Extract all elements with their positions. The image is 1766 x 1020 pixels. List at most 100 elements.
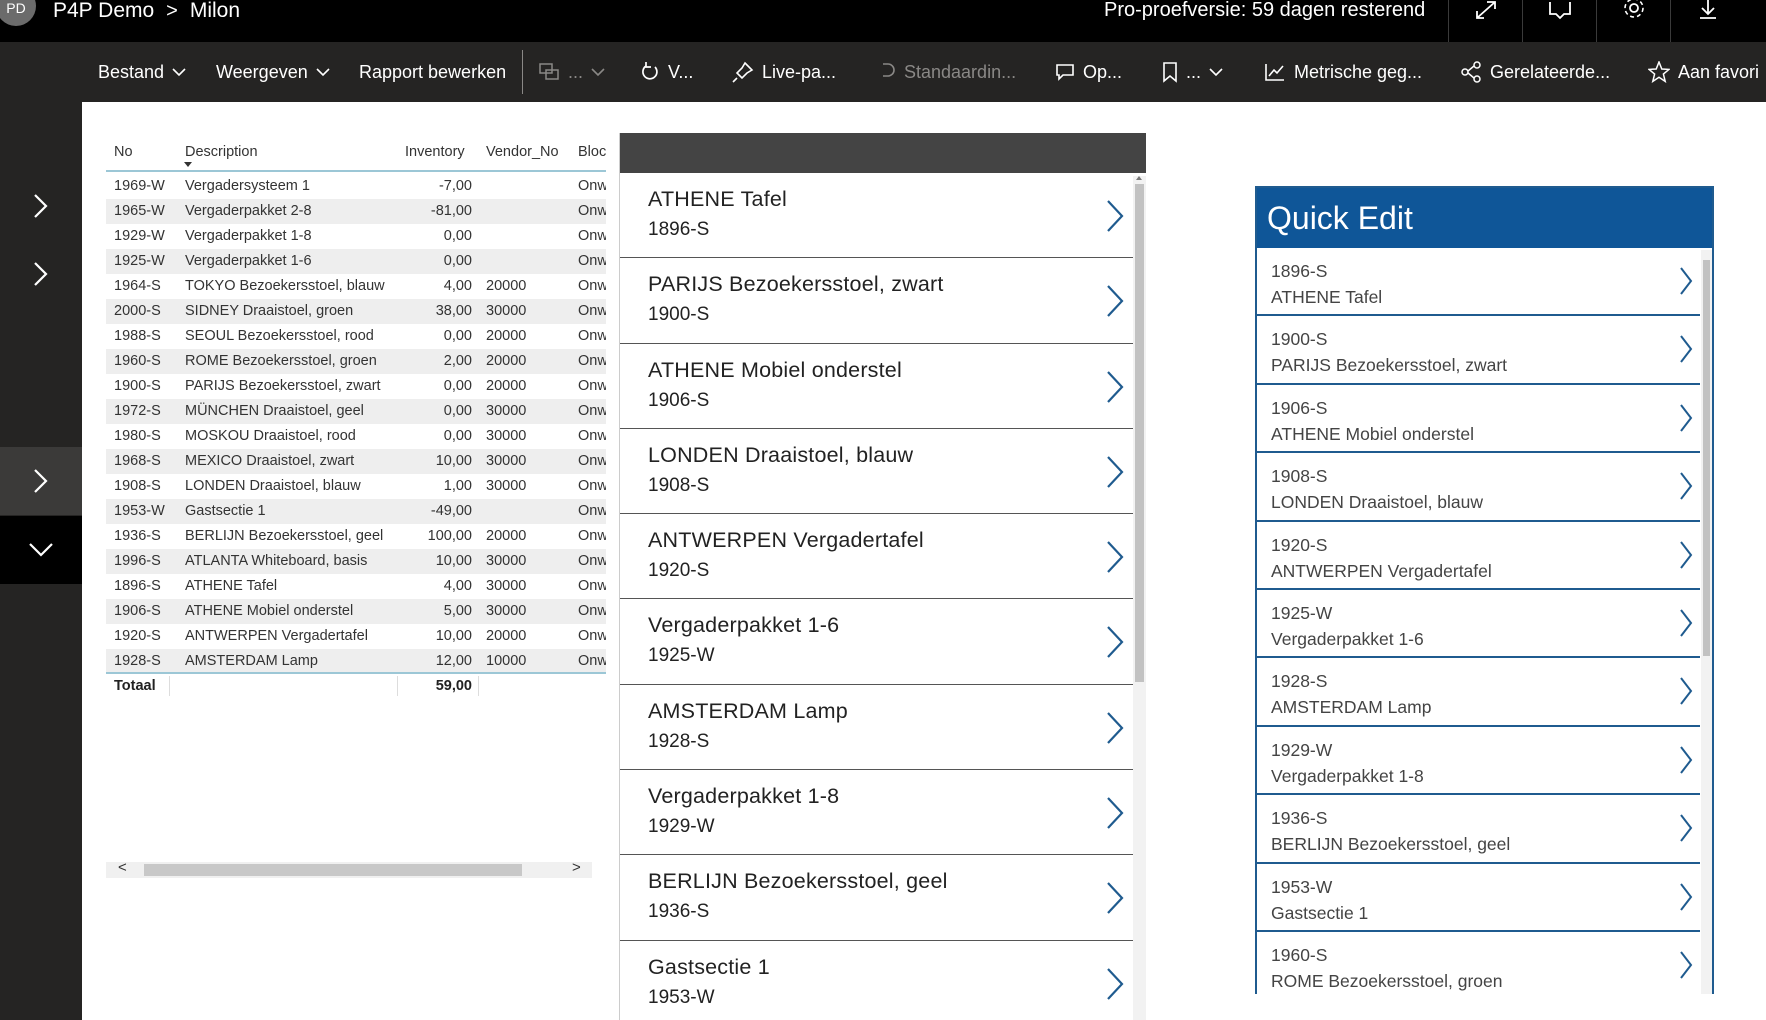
gallery-item[interactable]: PARIJS Bezoekersstoel, zwart 1900-S bbox=[620, 258, 1133, 344]
table-row[interactable]: 1960-S ROME Bezoekersstoel, groen 2,00 2000… bbox=[106, 349, 606, 374]
reset-default-button[interactable]: Standaardin... bbox=[880, 42, 1016, 102]
gallery-item[interactable]: Vergaderpakket 1-6 1925-W bbox=[620, 599, 1133, 685]
table-row[interactable]: 1964-S TOKYO Bezoekersstoel, blauw 4,00 200… bbox=[106, 274, 606, 299]
table-row[interactable]: 1908-S LONDEN Draaistoel, blauw 1,00 30000 O… bbox=[106, 474, 606, 499]
table-row[interactable]: 1929-W Vergaderpakket 1-8 0,00 Onw bbox=[106, 224, 606, 249]
nav-expand-1[interactable] bbox=[0, 172, 82, 240]
table-horizontal-scrollbar[interactable]: < > bbox=[106, 859, 592, 878]
quick-edit-item[interactable]: 1925-W Vergaderpakket 1-6 bbox=[1257, 590, 1700, 659]
file-menu[interactable]: Bestand bbox=[98, 42, 186, 102]
table-row[interactable]: 1928-S AMSTERDAM Lamp 12,00 10000 Onw bbox=[106, 649, 606, 674]
table-row[interactable]: 1925-W Vergaderpakket 1-6 0,00 Onw bbox=[106, 249, 606, 274]
breadcrumb-report[interactable]: Milon bbox=[190, 0, 240, 23]
quick-edit-item[interactable]: 1936-S BERLIJN Bezoekersstoel, geel bbox=[1257, 795, 1700, 864]
pin-live-page-button[interactable]: Live-pa... bbox=[732, 42, 836, 102]
table-row[interactable]: 1972-S MÜNCHEN Draaistoel, geel 0,00 30000 O… bbox=[106, 399, 606, 424]
table-row[interactable]: 1996-S ATLANTA Whiteboard, basis 10,00 3000… bbox=[106, 549, 606, 574]
gallery-item-chevron[interactable] bbox=[1105, 455, 1125, 494]
gallery-item[interactable]: ANTWERPEN Vergadertafel 1920-S bbox=[620, 514, 1133, 600]
gallery-item[interactable]: LONDEN Draaistoel, blauw 1908-S bbox=[620, 429, 1133, 515]
nav-collapse[interactable] bbox=[0, 516, 82, 584]
table-row[interactable]: 1900-S PARIJS Bezoekersstoel, zwart 0,00 20… bbox=[106, 374, 606, 399]
trial-status[interactable]: Pro-proefversie: 59 dagen resterend bbox=[1104, 0, 1425, 20]
gallery-item[interactable]: BERLIJN Bezoekersstoel, geel 1936-S bbox=[620, 855, 1133, 941]
avatar[interactable]: PD bbox=[0, 0, 36, 26]
table-row[interactable]: 2000-S SIDNEY Draaistoel, groen 38,00 30000… bbox=[106, 299, 606, 324]
quick-edit-item-chevron[interactable] bbox=[1678, 676, 1694, 711]
table-row[interactable]: 1906-S ATHENE Mobiel onderstel 5,00 30000 On… bbox=[106, 599, 606, 624]
table-row[interactable]: 1980-S MOSKOU Draaistoel, rood 0,00 30000 On… bbox=[106, 424, 606, 449]
nav-expand-2[interactable] bbox=[0, 240, 82, 308]
quick-edit-item-chevron[interactable] bbox=[1678, 950, 1694, 985]
refresh-button[interactable]: V... bbox=[640, 42, 693, 102]
quick-edit-item-chevron[interactable] bbox=[1678, 403, 1694, 438]
quick-edit-item[interactable]: 1920-S ANTWERPEN Vergadertafel bbox=[1257, 522, 1700, 590]
gallery-item-chevron[interactable] bbox=[1105, 881, 1125, 920]
table-row[interactable]: 1936-S BERLIJN Bezoekersstoel, geel 100,00… bbox=[106, 524, 606, 549]
header-blocked[interactable]: Bloc bbox=[578, 144, 606, 160]
gallery-item[interactable]: Vergaderpakket 1-8 1929-W bbox=[620, 770, 1133, 856]
disabled-menu-1[interactable]: ... bbox=[538, 42, 605, 102]
quick-edit-item[interactable]: 1906-S ATHENE Mobiel onderstel bbox=[1257, 385, 1700, 454]
view-menu[interactable]: Weergeven bbox=[216, 42, 330, 102]
bookmark-menu[interactable]: ... bbox=[1162, 42, 1223, 102]
header-no[interactable]: No bbox=[114, 144, 133, 160]
table-row[interactable]: 1953-W Gastsectie 1 -49,00 Onw bbox=[106, 499, 606, 524]
quick-edit-item[interactable]: 1908-S LONDEN Draaistoel, blauw bbox=[1257, 453, 1700, 522]
quick-edit-item[interactable]: 1900-S PARIJS Bezoekersstoel, zwart bbox=[1257, 316, 1700, 385]
gallery-scrollbar[interactable] bbox=[1133, 176, 1146, 1020]
quick-edit-item-chevron[interactable] bbox=[1678, 608, 1694, 643]
gallery-item-chevron[interactable] bbox=[1105, 199, 1125, 238]
settings-gear-icon[interactable] bbox=[1596, 0, 1670, 42]
quick-edit-item[interactable]: 1953-W Gastsectie 1 bbox=[1257, 864, 1700, 932]
comments-button[interactable]: Op... bbox=[1055, 42, 1122, 102]
table-row[interactable]: 1965-W Vergaderpakket 2-8 -81,00 Onw bbox=[106, 199, 606, 224]
metrics-button[interactable]: Metrische geg... bbox=[1264, 42, 1422, 102]
table-row[interactable]: 1988-S SEOUL Bezoekersstoel, rood 0,00 2000… bbox=[106, 324, 606, 349]
quick-edit-item-chevron[interactable] bbox=[1678, 471, 1694, 506]
quick-edit-item-chevron[interactable] bbox=[1678, 266, 1694, 301]
comment-icon[interactable] bbox=[1522, 0, 1596, 42]
header-vendor-no[interactable]: Vendor_No bbox=[486, 144, 559, 160]
scroll-right-arrow[interactable]: > bbox=[572, 859, 581, 876]
gallery-item[interactable]: ATHENE Tafel 1896-S bbox=[620, 173, 1133, 259]
items-table[interactable]: No Description Inventory Vendor_No Bloc … bbox=[106, 140, 606, 699]
gallery-item-chevron[interactable] bbox=[1105, 284, 1125, 323]
quick-edit-item-chevron[interactable] bbox=[1678, 540, 1694, 575]
gallery-item-chevron[interactable] bbox=[1105, 967, 1125, 1006]
scrollbar-thumb[interactable] bbox=[144, 864, 522, 876]
quick-edit-item-chevron[interactable] bbox=[1678, 745, 1694, 780]
table-row[interactable]: 1968-S MEXICO Draaistoel, zwart 10,00 30000… bbox=[106, 449, 606, 474]
scrollbar-thumb[interactable] bbox=[1135, 184, 1144, 682]
expand-icon[interactable] bbox=[1448, 0, 1522, 42]
table-row[interactable]: 1969-W Vergadersysteem 1 -7,00 Onw bbox=[106, 174, 606, 199]
quick-edit-item[interactable]: 1929-W Vergaderpakket 1-8 bbox=[1257, 727, 1700, 796]
table-row[interactable]: 1896-S ATHENE Tafel 4,00 30000 Onw bbox=[106, 574, 606, 599]
scrollbar-thumb[interactable] bbox=[1703, 260, 1710, 656]
table-row[interactable]: 1920-S ANTWERPEN Vergadertafel 10,00 20000 O… bbox=[106, 624, 606, 649]
gallery-item-chevron[interactable] bbox=[1105, 540, 1125, 579]
gallery-item-chevron[interactable] bbox=[1105, 370, 1125, 409]
gallery-item[interactable]: Gastsectie 1 1953-W bbox=[620, 941, 1133, 1020]
gallery-item[interactable]: ATHENE Mobiel onderstel 1906-S bbox=[620, 344, 1133, 429]
quick-edit-item[interactable]: 1896-S ATHENE Tafel bbox=[1257, 248, 1700, 317]
scroll-up-arrow[interactable] bbox=[1136, 176, 1142, 180]
header-description[interactable]: Description bbox=[185, 144, 258, 160]
nav-expand-3[interactable] bbox=[0, 447, 82, 515]
quick-edit-item[interactable]: 1960-S ROME Bezoekersstoel, groen bbox=[1257, 932, 1700, 994]
download-icon[interactable] bbox=[1670, 0, 1744, 42]
quick-edit-scrollbar[interactable] bbox=[1701, 250, 1712, 994]
related-button[interactable]: Gerelateerde... bbox=[1460, 42, 1610, 102]
gallery-item-chevron[interactable] bbox=[1105, 796, 1125, 835]
gallery-item-chevron[interactable] bbox=[1105, 711, 1125, 750]
edit-report-button[interactable]: Rapport bewerken bbox=[359, 42, 506, 102]
scroll-left-arrow[interactable]: < bbox=[118, 859, 127, 876]
favorite-button[interactable]: Aan favori bbox=[1648, 42, 1759, 102]
gallery-item-chevron[interactable] bbox=[1105, 625, 1125, 664]
gallery-item[interactable]: AMSTERDAM Lamp 1928-S bbox=[620, 685, 1133, 771]
quick-edit-item[interactable]: 1928-S AMSTERDAM Lamp bbox=[1257, 658, 1700, 727]
quick-edit-item-chevron[interactable] bbox=[1678, 334, 1694, 369]
quick-edit-item-chevron[interactable] bbox=[1678, 813, 1694, 848]
breadcrumb-workspace[interactable]: P4P Demo bbox=[53, 0, 154, 23]
quick-edit-item-chevron[interactable] bbox=[1678, 882, 1694, 917]
